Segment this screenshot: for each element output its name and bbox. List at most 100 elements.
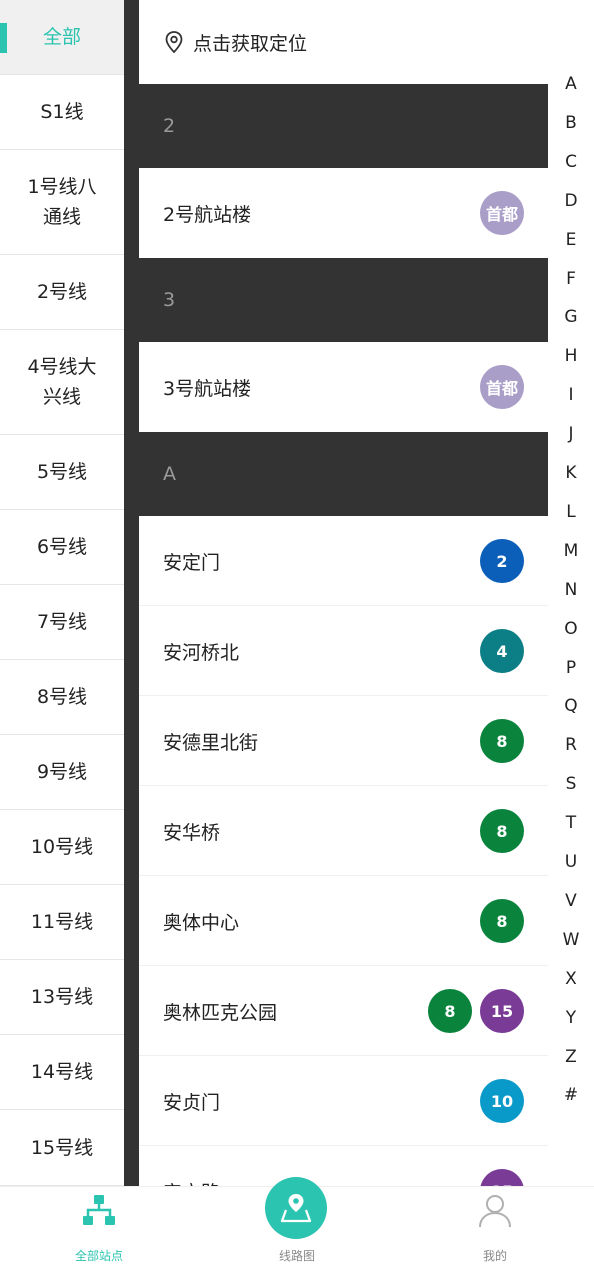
section-header: 2: [139, 84, 548, 168]
alphabet-letter[interactable]: M: [548, 541, 594, 561]
station-row[interactable]: 奥林匹克公园 8 15: [139, 966, 548, 1056]
alphabet-letter[interactable]: E: [548, 230, 594, 250]
sidebar-gutter: [124, 0, 139, 1186]
network-icon: [83, 1195, 115, 1225]
route-map-fab[interactable]: [265, 1177, 327, 1239]
station-row[interactable]: 3号航站楼 首都: [139, 342, 548, 432]
sidebar-item-label: 6号线: [36, 536, 88, 558]
tab-route-map[interactable]: 线路图: [198, 1177, 396, 1280]
sidebar-item[interactable]: 8号线: [0, 660, 124, 735]
alphabet-letter[interactable]: #: [548, 1085, 594, 1105]
alphabet-letter[interactable]: P: [548, 658, 594, 678]
tab-all-stations[interactable]: 全部站点: [0, 1187, 198, 1280]
sidebar-item[interactable]: 全部: [0, 0, 124, 75]
active-indicator: [0, 23, 7, 53]
alphabet-letter[interactable]: L: [548, 502, 594, 522]
alphabet-letter[interactable]: U: [548, 852, 594, 872]
alphabet-letter[interactable]: B: [548, 113, 594, 133]
line-badge: 8: [480, 809, 524, 853]
line-badge: 首都: [480, 365, 524, 409]
alphabet-letter[interactable]: Z: [548, 1047, 594, 1067]
alphabet-letter[interactable]: O: [548, 619, 594, 639]
station-name: 安立路: [163, 1178, 480, 1187]
sidebar-item-label: S1线: [40, 101, 84, 123]
sidebar-item[interactable]: 11号线: [0, 885, 124, 960]
alphabet-letter[interactable]: C: [548, 152, 594, 172]
line-badges: 8: [480, 899, 524, 943]
line-badge: 15: [480, 989, 524, 1033]
station-name: 安贞门: [163, 1091, 221, 1114]
station-row[interactable]: 安河桥北 4: [139, 606, 548, 696]
station-name: 奥体中心: [163, 911, 240, 934]
sidebar-item-label: 14号线: [30, 1061, 94, 1083]
alphabet-letter[interactable]: G: [548, 307, 594, 327]
line-badges: 8 15: [428, 989, 524, 1033]
station-row[interactable]: 安立路15: [139, 1146, 548, 1186]
alphabet-letter[interactable]: K: [548, 463, 594, 483]
sidebar-item[interactable]: 6号线: [0, 510, 124, 585]
location-pin-icon: [165, 31, 183, 54]
station-name: 3号航站楼: [163, 377, 252, 400]
user-icon: [479, 1195, 511, 1228]
sidebar-item[interactable]: 13号线: [0, 960, 124, 1035]
station-row[interactable]: 奥体中心 8: [139, 876, 548, 966]
line-badges: 2: [480, 539, 524, 583]
station-name: 安德里北街: [163, 731, 259, 754]
sidebar-item[interactable]: S1线: [0, 75, 124, 150]
sidebar-item-label: 5号线: [36, 461, 88, 483]
station-row[interactable]: 安华桥 8: [139, 786, 548, 876]
alphabet-letter[interactable]: W: [548, 930, 594, 950]
sidebar-item[interactable]: 10号线: [0, 810, 124, 885]
alphabet-letter[interactable]: T: [548, 813, 594, 833]
sidebar-item[interactable]: 2号线: [0, 255, 124, 330]
tab-mine-label: 我的: [482, 1249, 507, 1263]
sidebar-item[interactable]: 7号线: [0, 585, 124, 660]
line-badge: 8: [428, 989, 472, 1033]
station-row[interactable]: 安定门 2: [139, 516, 548, 606]
line-badge: 10: [480, 1079, 524, 1123]
sidebar-item-label: 15号线: [30, 1136, 94, 1159]
sidebar-item[interactable]: 14号线: [0, 1035, 124, 1110]
alphabet-letter[interactable]: A: [548, 74, 594, 94]
station-name: 安河桥北: [163, 641, 240, 664]
alphabet-letter[interactable]: Q: [548, 696, 594, 716]
line-badge: 4: [480, 629, 524, 673]
line-badge: 8: [480, 719, 524, 763]
sidebar-item-label: 4号线大兴线: [27, 356, 97, 408]
line-badges: 首都: [480, 191, 524, 235]
alphabet-letter[interactable]: F: [548, 269, 594, 289]
sidebar-item-label: 全部: [42, 26, 81, 48]
sidebar-item-label: 7号线: [36, 611, 88, 633]
alphabet-letter[interactable]: S: [548, 774, 594, 794]
station-row[interactable]: 2号航站楼 首都: [139, 168, 548, 258]
sidebar-item-label: 8号线: [36, 686, 88, 708]
station-name: 安定门: [163, 551, 221, 574]
alphabet-letter[interactable]: V: [548, 891, 594, 911]
line-badges: 15: [480, 1169, 524, 1186]
tab-route-map-label: 线路图: [278, 1249, 315, 1263]
alphabet-letter[interactable]: H: [548, 346, 594, 366]
station-row[interactable]: 安德里北街 8: [139, 696, 548, 786]
alphabet-letter[interactable]: R: [548, 735, 594, 755]
alphabet-letter[interactable]: J: [548, 424, 594, 444]
line-badges: 首都: [480, 365, 524, 409]
sidebar-item[interactable]: 9号线: [0, 735, 124, 810]
get-location-label: 点击获取定位: [193, 32, 308, 55]
line-badge: 8: [480, 899, 524, 943]
alphabet-letter[interactable]: I: [548, 385, 594, 405]
alphabet-index: A B C D E F G H I J K L M N O P Q R S T U V W X Y Z #: [548, 0, 594, 1186]
alphabet-letter[interactable]: X: [548, 969, 594, 989]
line-badges: 10: [480, 1079, 524, 1123]
sidebar-item[interactable]: 15号线: [0, 1110, 124, 1186]
get-location-row[interactable]: 点击获取定位: [139, 0, 548, 84]
sidebar-item[interactable]: 4号线大兴线: [0, 330, 124, 435]
sidebar-item-label: 10号线: [30, 836, 94, 858]
sidebar-item[interactable]: 1号线八通线: [0, 150, 124, 255]
alphabet-letter[interactable]: D: [548, 191, 594, 211]
station-row[interactable]: 安贞门 10: [139, 1056, 548, 1146]
alphabet-letter[interactable]: N: [548, 580, 594, 600]
sidebar-item[interactable]: 5号线: [0, 435, 124, 510]
alphabet-letter[interactable]: Y: [548, 1008, 594, 1028]
tab-mine[interactable]: 我的: [396, 1187, 594, 1280]
sidebar-item-label: 13号线: [30, 986, 94, 1008]
